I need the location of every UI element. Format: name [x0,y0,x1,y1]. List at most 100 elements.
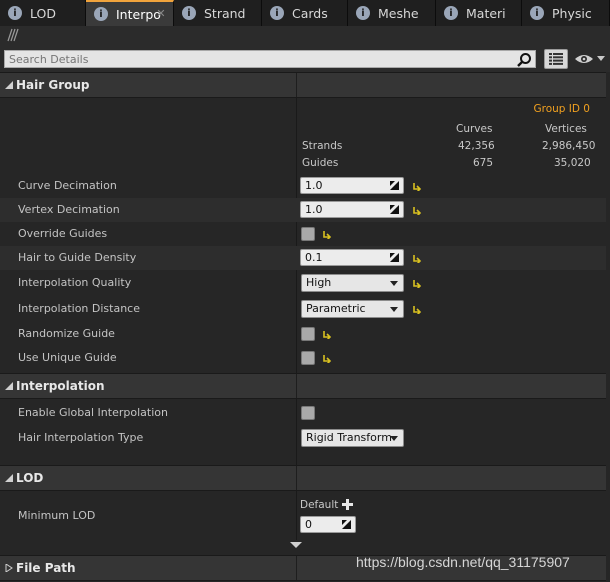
search-icon[interactable] [516,52,532,68]
resize-grip-icon[interactable] [6,28,20,42]
column-divider [296,73,297,97]
add-icon[interactable] [342,499,353,510]
dropdown-value: Parametric [306,302,366,315]
close-icon[interactable]: ✕ [155,8,167,20]
view-options-button[interactable] [574,51,606,67]
tab-cards[interactable]: i Cards [262,0,348,26]
tab-label: Meshe [378,5,419,21]
dropdown-value: High [306,276,332,289]
row-enable-global-interpolation: Enable Global Interpolation [0,401,606,425]
eye-icon [575,55,593,63]
property-label: Hair Interpolation Type [18,431,144,444]
list-view-button[interactable] [544,49,568,69]
row-interpolation-quality: Interpolation Quality High [0,271,606,295]
hair-to-guide-density-field[interactable]: 0.1 [300,249,404,266]
reset-to-default-icon[interactable] [322,329,332,339]
tab-meshes[interactable]: i Meshe [348,0,436,26]
tab-materials[interactable]: i Materi [436,0,522,26]
guides-label: Guides [302,157,339,169]
property-label: Use Unique Guide [18,351,117,364]
row-use-unique-guide: Use Unique Guide [0,346,606,370]
panel-grip-row [0,26,610,46]
column-divider [296,556,297,580]
tab-label: LOD [30,5,56,21]
use-unique-guide-checkbox[interactable] [301,351,315,365]
guides-vertices: 35,020 [554,157,591,169]
property-label: Vertex Decimation [18,203,120,216]
vertices-header: Vertices [545,123,587,135]
drag-corner-icon [342,520,351,529]
row-interpolation-distance: Interpolation Distance Parametric [0,297,606,321]
reset-to-default-icon[interactable] [412,253,422,263]
reset-to-default-icon[interactable] [412,205,422,215]
tab-label: Strand [204,5,246,21]
search-input[interactable] [4,50,536,68]
row-hair-interpolation-type: Hair Interpolation Type Rigid Transform [0,426,606,450]
info-icon: i [530,6,544,20]
info-icon: i [270,6,284,20]
reset-to-default-icon[interactable] [412,304,422,314]
row-curve-decimation: Curve Decimation 1.0 [0,174,606,198]
row-minimum-lod: Minimum LOD Default 0 [0,493,606,539]
reset-to-default-icon[interactable] [322,229,332,239]
expand-more-icon[interactable] [290,542,302,550]
property-label: Minimum LOD [18,509,96,522]
chevron-down-icon [390,436,398,441]
property-label: Randomize Guide [18,327,115,340]
column-divider [296,466,297,490]
drag-corner-icon [390,253,399,262]
dropdown-value: Rigid Transform [306,431,392,444]
tab-lod[interactable]: i LOD [0,0,86,26]
expanded-arrow-icon [5,382,13,390]
curves-header: Curves [456,123,493,135]
group-id-label: Group ID 0 [533,103,590,115]
watermark-text: https://blog.csdn.net/qq_31175907 [356,554,570,570]
default-platform-label: Default [300,499,339,511]
interpolation-distance-dropdown[interactable]: Parametric [301,300,404,318]
strands-vertices: 2,986,450 [542,140,596,152]
guides-curves: 675 [473,157,494,169]
info-icon: i [182,6,196,20]
info-icon: i [8,6,22,20]
drag-corner-icon [390,181,399,190]
info-icon: i [356,6,370,20]
category-title: LOD [16,471,44,485]
category-hair-group[interactable]: Hair Group [0,72,606,98]
hair-interpolation-type-dropdown[interactable]: Rigid Transform [301,429,404,447]
strands-label: Strands [302,140,343,152]
category-title: Interpolation [16,379,105,393]
reset-to-default-icon[interactable] [412,278,422,288]
category-title: Hair Group [16,78,90,92]
info-icon: i [444,6,458,20]
tab-strands[interactable]: i Strand [174,0,262,26]
curve-decimation-field[interactable]: 1.0 [300,177,404,194]
tab-interpolation[interactable]: i Interpo ✕ [86,0,174,26]
chevron-down-icon [390,307,398,312]
row-vertex-decimation: Vertex Decimation 1.0 [0,198,606,222]
tab-label: Physic [552,5,592,21]
field-value: 1.0 [305,203,323,216]
override-guides-checkbox[interactable] [301,227,315,241]
reset-to-default-icon[interactable] [412,181,422,191]
minimum-lod-field[interactable]: 0 [300,516,356,533]
category-interpolation[interactable]: Interpolation [0,373,606,399]
interpolation-quality-dropdown[interactable]: High [301,274,404,292]
property-label: Interpolation Distance [18,302,140,315]
strands-curves: 42,356 [458,140,495,152]
property-label: Interpolation Quality [18,276,132,289]
field-value: 0 [305,518,312,531]
row-hair-to-guide-density: Hair to Guide Density 0.1 [0,246,606,270]
category-lod[interactable]: LOD [0,465,606,491]
expanded-arrow-icon [5,81,13,89]
category-title: File Path [16,561,76,575]
tab-physics[interactable]: i Physic [522,0,610,26]
row-override-guides: Override Guides [0,222,606,246]
chevron-down-icon [390,281,398,286]
enable-global-interpolation-checkbox[interactable] [301,406,315,420]
randomize-guide-checkbox[interactable] [301,327,315,341]
info-icon: i [94,7,108,21]
drag-corner-icon [390,205,399,214]
reset-to-default-icon[interactable] [322,353,332,363]
details-panel: Hair Group Group ID 0 Curves Vertices St… [0,72,610,582]
vertex-decimation-field[interactable]: 1.0 [300,201,404,218]
